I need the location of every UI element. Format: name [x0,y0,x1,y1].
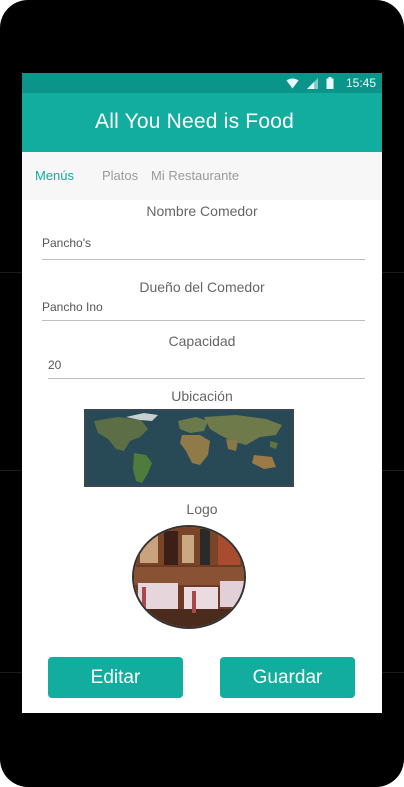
nombre-comedor-underline [42,259,365,260]
guardar-button[interactable]: Guardar [220,657,355,698]
capacidad-label: Capacidad [168,333,236,349]
logo-label: Logo [186,501,218,517]
tab-menus[interactable]: Menús [35,168,74,183]
status-time: 15:45 [345,76,376,90]
dueno-comedor-field[interactable]: Pancho Ino [42,300,103,314]
tab-bar: Menús Platos Mi Restaurante [22,152,382,200]
app-bar: All You Need is Food [22,93,382,152]
restaurant-logo-image[interactable] [132,525,246,629]
signal-icon [306,77,318,89]
tab-platos[interactable]: Platos [102,168,138,183]
world-map-image[interactable] [84,409,294,487]
capacidad-field[interactable]: 20 [48,358,61,372]
editar-button[interactable]: Editar [48,657,183,698]
phone-frame: 15:45 All You Need is Food Menús Platos … [0,0,404,787]
dueno-comedor-underline [42,320,365,321]
ubicacion-label: Ubicación [171,388,233,404]
tab-mi-restaurante[interactable]: Mi Restaurante [151,168,239,183]
capacidad-underline [48,378,365,379]
status-bar: 15:45 [22,73,382,93]
wifi-icon [286,78,299,89]
nombre-comedor-field[interactable]: Pancho's [42,236,91,250]
app-title: All You Need is Food [95,110,294,133]
dueno-comedor-label: Dueño del Comedor [139,279,265,295]
battery-icon [326,77,334,89]
nombre-comedor-label: Nombre Comedor [146,203,258,219]
app-screen: 15:45 All You Need is Food Menús Platos … [22,73,382,713]
